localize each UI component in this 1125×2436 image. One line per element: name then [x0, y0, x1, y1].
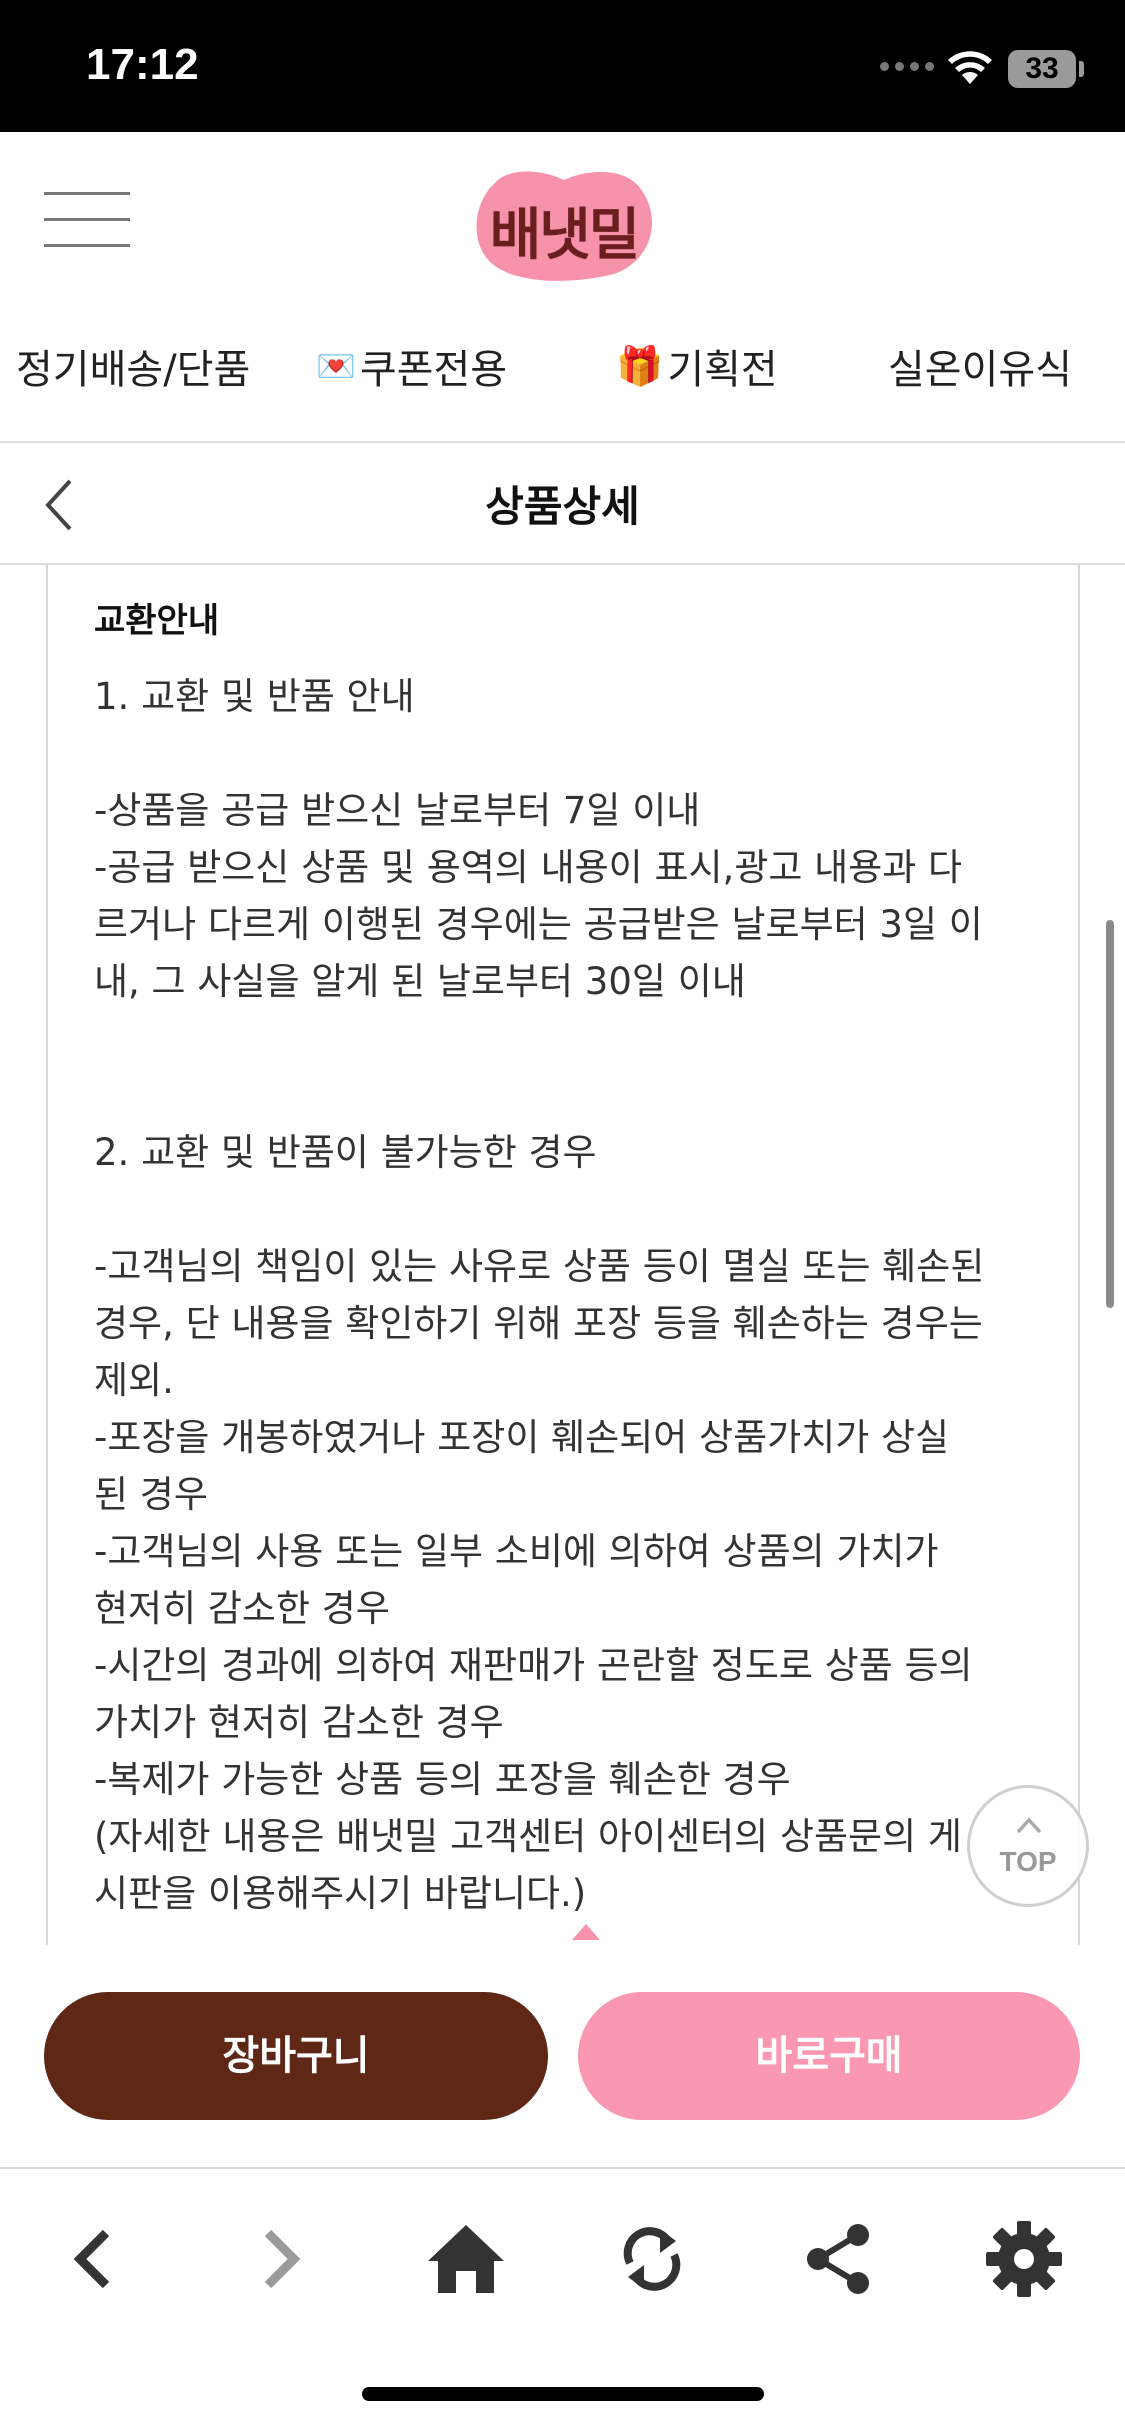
- info-line: -복제가 가능한 상품 등의 포장을 훼손한 경우: [94, 1758, 791, 1801]
- signal-icon: [880, 62, 934, 71]
- wifi-icon: [948, 51, 992, 84]
- category-room-temp-babyfood[interactable]: 실온이유식: [888, 337, 1072, 395]
- envelope-heart-icon: 💌: [316, 347, 356, 385]
- info-line: 현저히 감소한 경우: [94, 1587, 390, 1630]
- chevron-up-icon: [1016, 1817, 1042, 1834]
- scroll-top-button[interactable]: TOP: [967, 1785, 1089, 1907]
- category-label: 실온이유식: [888, 347, 1072, 393]
- info-line: -공급 받으신 상품 및 용역의 내용이 표시,광고 내용과 다: [94, 846, 963, 889]
- category-regular-delivery[interactable]: 정기배송/단품: [16, 337, 250, 395]
- add-to-cart-button[interactable]: 장바구니: [44, 1992, 548, 2120]
- info-line: (자세한 내용은 배냇밀 고객센터 아이센터의 상품문의 게: [94, 1815, 962, 1858]
- back-icon[interactable]: [46, 2211, 142, 2307]
- category-special-event[interactable]: 🎁 기획전: [616, 337, 778, 395]
- info-line: 1. 교환 및 반품 안내: [94, 675, 415, 718]
- share-icon[interactable]: [790, 2211, 886, 2307]
- product-detail-content[interactable]: 교환안내 1. 교환 및 반품 안내 -상품을 공급 받으신 날로부터 7일 이내…: [46, 565, 1080, 1945]
- info-line: [94, 1067, 1074, 1124]
- info-text-block: 1. 교환 및 반품 안내 -상품을 공급 받으신 날로부터 7일 이내 -공급 받…: [94, 668, 1074, 1922]
- gift-icon: 🎁: [616, 343, 664, 388]
- gear-icon[interactable]: [976, 2211, 1072, 2307]
- browser-toolbar: [0, 2167, 1125, 2436]
- category-label: 정기배송/단품: [16, 347, 251, 393]
- scrollbar[interactable]: [1106, 920, 1114, 1308]
- exchange-info: 교환안내 1. 교환 및 반품 안내 -상품을 공급 받으신 날로부터 7일 이내…: [94, 593, 1074, 1922]
- home-indicator: [362, 2387, 764, 2401]
- info-line: -포장을 개봉하였거나 포장이 훼손되어 상품가치가 상실: [94, 1416, 950, 1459]
- info-line: [94, 1181, 1074, 1238]
- status-time: 17:12: [86, 40, 199, 89]
- logo-text: 배냇밀: [489, 203, 641, 268]
- category-nav: 정기배송/단품 💌 쿠폰전용 🎁 기획전 실온이유식: [0, 297, 1125, 441]
- category-label: 쿠폰전용: [359, 347, 508, 393]
- info-line: 시판을 이용해주시기 바랍니다.): [94, 1872, 587, 1915]
- info-line: 2. 교환 및 반품이 불가능한 경우: [94, 1131, 597, 1174]
- info-line: 가치가 현저히 감소한 경우: [94, 1701, 504, 1744]
- refresh-icon[interactable]: [604, 2211, 700, 2307]
- app-header: 배냇밀: [0, 132, 1125, 297]
- info-line: [94, 725, 1074, 782]
- info-line: -시간의 경과에 의하여 재판매가 곤란할 정도로 상품 등의: [94, 1644, 973, 1687]
- info-line: -상품을 공급 받으신 날로부터 7일 이내: [94, 789, 701, 832]
- battery-tip: [1079, 61, 1084, 77]
- forward-icon[interactable]: [232, 2211, 328, 2307]
- buy-now-button[interactable]: 바로구매: [578, 1992, 1080, 2120]
- page-title: 상품상세: [485, 482, 640, 531]
- category-coupon[interactable]: 💌 쿠폰전용: [316, 337, 507, 395]
- purchase-bar: 장바구니 바로구매: [0, 1945, 1125, 2167]
- top-label: TOP: [999, 1846, 1057, 1877]
- title-bar: 상품상세: [0, 441, 1125, 565]
- expand-arrow-icon[interactable]: [572, 1924, 600, 1940]
- category-label: 기획전: [667, 347, 778, 393]
- status-bar: 17:12 33: [0, 0, 1125, 132]
- info-line: 경우, 단 내용을 확인하기 위해 포장 등을 훼손하는 경우는: [94, 1302, 983, 1345]
- section-title: 교환안내: [94, 601, 220, 641]
- info-line: -고객님의 사용 또는 일부 소비에 의하여 상품의 가치가: [94, 1530, 939, 1573]
- info-line: 내, 그 사실을 알게 된 날로부터 30일 이내: [94, 960, 746, 1003]
- info-line: -고객님의 책임이 있는 사유로 상품 등이 멸실 또는 훼손된: [94, 1245, 985, 1288]
- info-line: 제외.: [94, 1359, 174, 1402]
- battery-icon: 33: [1008, 50, 1076, 88]
- info-line: 르거나 다르게 이행된 경우에는 공급받은 날로부터 3일 이: [94, 903, 983, 946]
- info-line: 된 경우: [94, 1473, 208, 1516]
- logo[interactable]: 배냇밀: [464, 164, 664, 282]
- home-icon[interactable]: [418, 2211, 514, 2307]
- info-line: [94, 1010, 1074, 1067]
- menu-icon[interactable]: [44, 192, 130, 248]
